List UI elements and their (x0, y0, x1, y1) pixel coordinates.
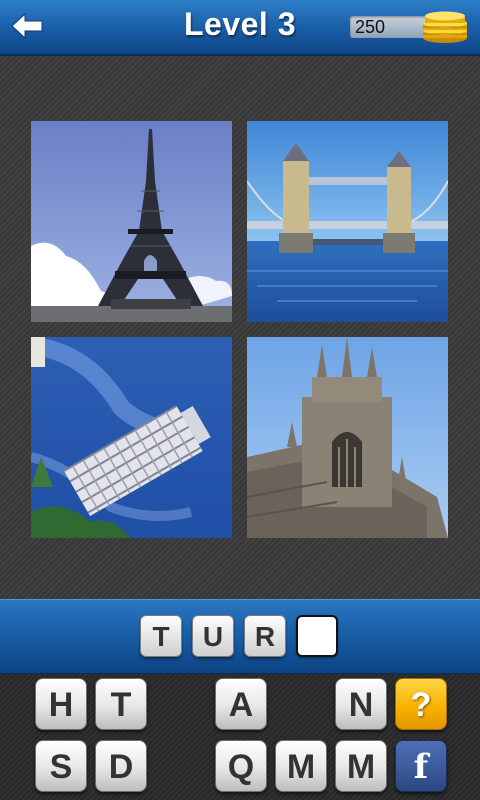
letter-key-d[interactable]: D (95, 740, 147, 792)
letter-keyboard: H T A N ? S D Q M M f (0, 674, 480, 800)
picture-1[interactable] (31, 121, 232, 322)
coin-stack-icon (423, 11, 467, 43)
question-mark-icon: ? (410, 686, 432, 724)
facebook-icon: f (413, 747, 429, 787)
letter-key-a[interactable]: A (215, 678, 267, 730)
letter-key-m[interactable]: M (275, 740, 327, 792)
answer-slot-1[interactable]: T (140, 615, 182, 657)
letter-key-h[interactable]: H (35, 678, 87, 730)
picture-4[interactable] (247, 337, 448, 538)
leaning-tower-image (31, 337, 232, 538)
letter-key-q[interactable]: Q (215, 740, 267, 792)
answer-bar: T U R (0, 599, 480, 675)
letter-key-t[interactable]: T (95, 678, 147, 730)
picture-2[interactable] (247, 121, 448, 322)
answer-slot-3[interactable]: R (244, 615, 286, 657)
hint-button[interactable]: ? (395, 678, 447, 730)
top-bar: Level 3 250 (0, 0, 480, 56)
letter-key-m[interactable]: M (335, 740, 387, 792)
answer-slot-2[interactable]: U (192, 615, 234, 657)
letter-key-s[interactable]: S (35, 740, 87, 792)
eiffel-tower-image (31, 121, 232, 322)
letter-key-n[interactable]: N (335, 678, 387, 730)
answer-slot-4-empty[interactable] (296, 615, 338, 657)
tower-bridge-image (247, 121, 448, 322)
picture-3[interactable] (31, 337, 232, 538)
coin-count: 250 (355, 17, 386, 37)
gothic-tower-image (247, 337, 448, 538)
facebook-share-button[interactable]: f (395, 740, 447, 792)
